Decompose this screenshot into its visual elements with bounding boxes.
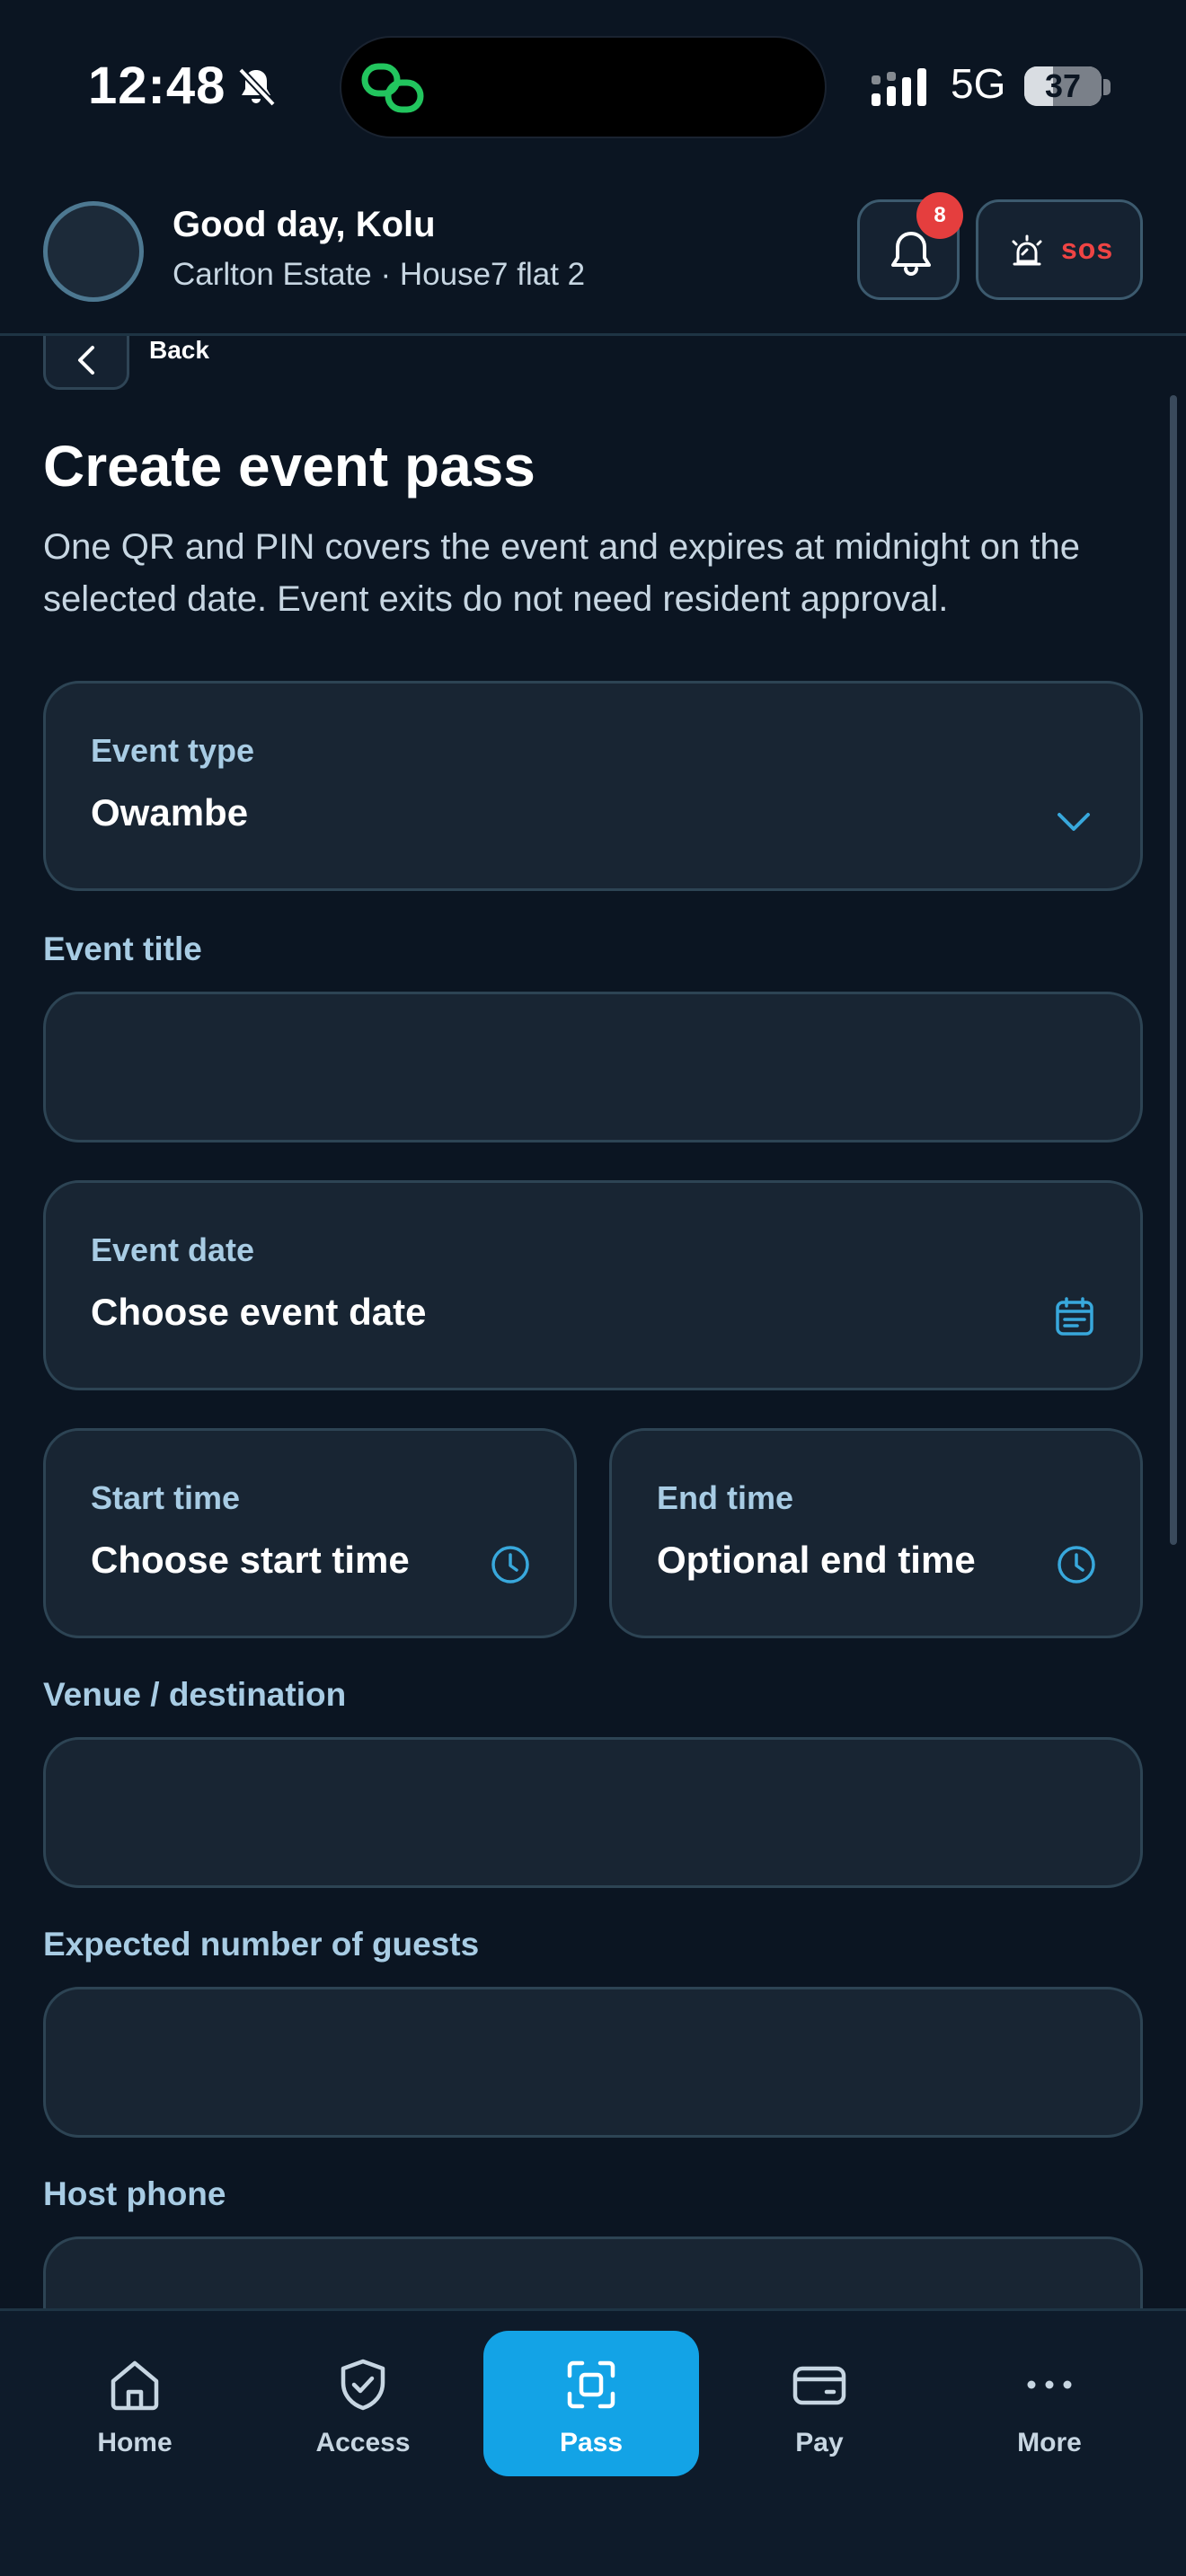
calendar-icon [1056,1297,1093,1336]
event-date-label: Event date [91,1231,255,1268]
app-header: Good day, Kolu Carlton Estate · House7 f… [0,171,1186,336]
nav-pay-label: Pay [795,2428,844,2457]
notification-count-badge: 8 [916,192,963,239]
status-time: 12:48 [88,57,226,115]
battery-percent: 37 [1044,67,1082,104]
end-time-value: Optional end time [657,1539,976,1581]
end-time-picker[interactable]: End time Optional end time [609,1428,1143,1638]
event-title-input[interactable] [43,992,1143,1142]
bottom-nav: Home Access Pass Pay More [0,2308,1186,2576]
back-button[interactable] [43,336,129,390]
bell-icon [891,232,931,276]
shield-check-icon [341,2359,385,2411]
event-type-label: Event type [91,732,255,769]
event-date-value: Choose event date [91,1291,427,1333]
venue-input[interactable] [43,1737,1143,1888]
nav-pay[interactable]: Pay [712,2331,927,2476]
event-type-select[interactable]: Event type Owambe [43,681,1143,891]
signal-icon [872,68,926,106]
nav-more-label: More [1017,2428,1082,2457]
sos-button[interactable]: sos [976,199,1143,300]
nav-more[interactable]: More [942,2331,1157,2476]
page-description: One QR and PIN covers the event and expi… [43,527,1080,619]
event-date-picker[interactable]: Event date Choose event date [43,1180,1143,1390]
event-type-value: Owambe [91,791,249,834]
battery-tip [1103,79,1111,95]
app-screen: 12:48 5G 37 Good day, Kolu Carlton Estat… [0,0,1186,2576]
chevron-down-icon [1058,813,1090,831]
guests-input[interactable] [43,1987,1143,2138]
avatar[interactable] [43,201,144,302]
nav-access[interactable]: Access [255,2331,471,2476]
wallet-icon [792,2366,846,2405]
estate-address: Carlton Estate · House7 flat 2 [173,257,586,292]
start-time-label: Start time [91,1479,241,1516]
venue-label: Venue / destination [43,1676,347,1713]
greeting: Good day, Kolu [173,205,436,244]
nav-pass[interactable]: Pass [483,2331,699,2476]
sos-label: sos [1061,233,1114,265]
nav-access-label: Access [315,2428,411,2457]
siren-icon [1012,234,1042,266]
clock-icon [491,1546,529,1584]
nav-home-label: Home [97,2428,173,2457]
silent-bell-icon [238,67,276,107]
chevron-left-icon [78,346,94,375]
scan-icon [567,2360,615,2409]
more-icon [1027,2380,1072,2389]
nav-home[interactable]: Home [27,2331,243,2476]
host-phone-input[interactable] [43,2236,1143,2308]
guests-label: Expected number of guests [43,1926,480,1963]
end-time-label: End time [657,1479,794,1516]
home-icon [111,2360,159,2411]
scrollbar[interactable] [1170,395,1177,1545]
form-content[interactable]: Back Create event pass One QR and PIN co… [0,336,1186,2308]
status-bar: 12:48 5G 37 [0,0,1186,171]
host-phone-label: Host phone [43,2175,226,2212]
nav-pass-label: Pass [559,2428,624,2457]
back-label[interactable]: Back [149,336,209,365]
start-time-picker[interactable]: Start time Choose start time [43,1428,577,1638]
link-icon [361,63,424,113]
page-title: Create event pass [43,434,535,498]
clock-icon [1058,1546,1095,1584]
event-title-label: Event title [43,931,202,967]
network-type: 5G [951,60,1006,107]
start-time-value: Choose start time [91,1539,410,1581]
battery-icon: 37 [1024,66,1102,106]
